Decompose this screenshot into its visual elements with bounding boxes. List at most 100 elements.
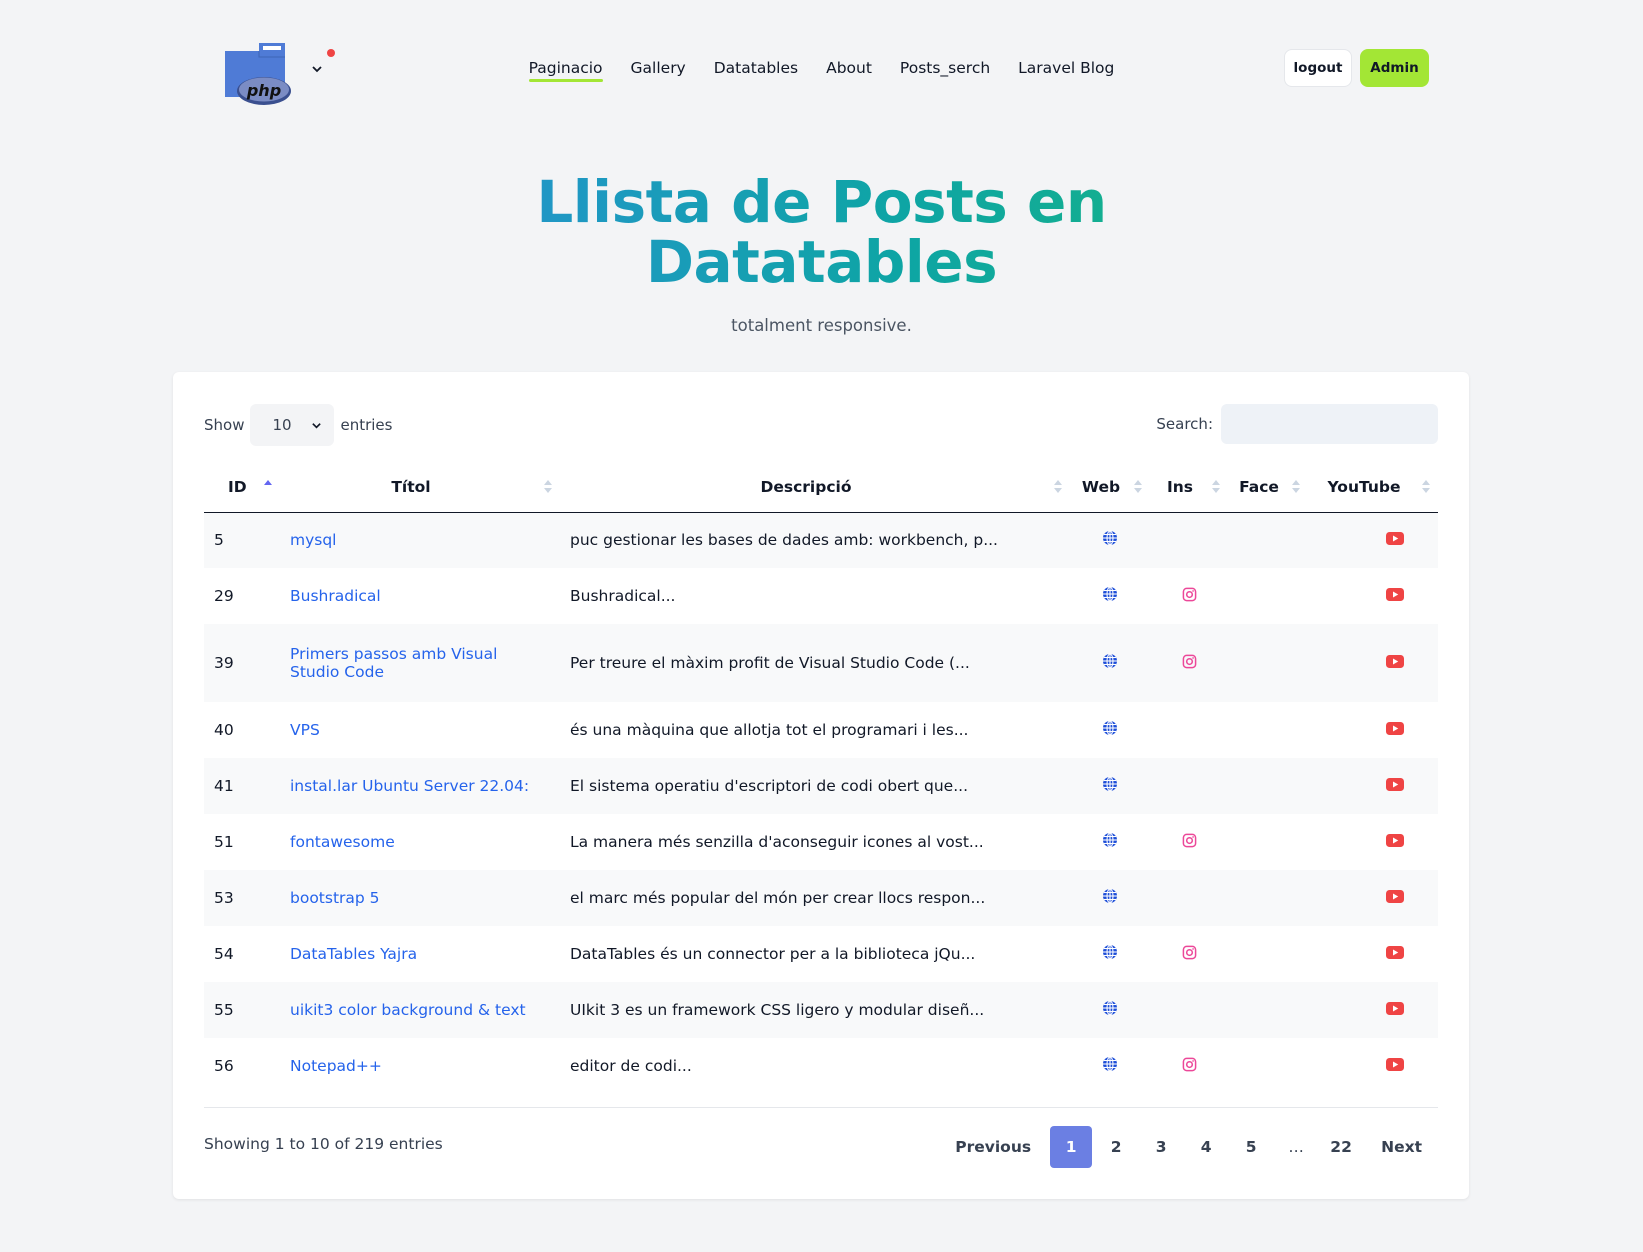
cell-face [1228,624,1308,702]
cell-youtube [1308,758,1438,814]
nav-gallery[interactable]: Gallery [631,56,686,80]
posts-table: ID Títol Descripció Web Ins Face YouTube… [204,462,1438,1094]
table-bottom-divider [204,1107,1438,1108]
globe-icon[interactable] [1102,888,1118,908]
youtube-icon[interactable] [1386,1057,1404,1075]
pagination-next[interactable]: Next [1365,1126,1438,1168]
col-header-label: Descripció [760,477,852,496]
post-title-link[interactable]: instal.lar Ubuntu Server 22.04: [290,777,529,795]
pagination-page-1[interactable]: 1 [1050,1126,1093,1168]
youtube-icon[interactable] [1386,531,1404,549]
youtube-icon[interactable] [1386,777,1404,795]
cell-description: puc gestionar les bases de dades amb: wo… [570,531,998,550]
col-header-id[interactable]: ID [204,462,280,513]
post-title-link[interactable]: Notepad++ [290,1057,382,1075]
pagination-page-22[interactable]: 22 [1320,1126,1362,1168]
sort-icon [1054,479,1062,494]
globe-icon[interactable] [1102,653,1118,673]
cell-web [1070,568,1150,624]
page-subtitle: totalment responsive. [731,316,912,335]
cell-description: és una màquina que allotja tot el progra… [570,721,969,739]
cell-web [1070,758,1150,814]
globe-icon[interactable] [1102,530,1118,550]
pagination-page-4[interactable]: 4 [1185,1126,1227,1168]
col-header-label: YouTube [1327,477,1401,496]
cell-id: 5 [214,531,224,550]
col-header-face[interactable]: Face [1228,462,1308,513]
sort-icon [544,479,552,494]
youtube-icon[interactable] [1386,833,1404,851]
cell-title: fontawesome [280,814,560,870]
instagram-icon[interactable] [1182,654,1197,673]
col-header-label: Ins [1166,477,1194,496]
youtube-icon[interactable] [1386,654,1404,672]
svg-text:php: php [246,81,281,100]
pagination-page-5[interactable]: 5 [1230,1126,1272,1168]
pagination: Previous 1 2 3 4 5 … 22 Next [936,1126,1438,1168]
col-header-web[interactable]: Web [1070,462,1150,513]
instagram-icon[interactable] [1182,945,1197,964]
logout-button[interactable]: logout [1284,49,1352,87]
cell-id: 40 [214,721,234,739]
cell-ins [1150,624,1228,702]
page-length-select[interactable]: 10 [250,404,335,446]
instagram-icon[interactable] [1182,587,1197,606]
globe-icon[interactable] [1102,944,1118,964]
instagram-icon[interactable] [1182,1057,1197,1076]
youtube-icon[interactable] [1386,587,1404,605]
post-title-link[interactable]: DataTables Yajra [290,945,417,963]
cell-title: Bushradical [280,568,560,624]
youtube-icon[interactable] [1386,1001,1404,1019]
nav-datatables[interactable]: Datatables [714,56,798,80]
globe-icon[interactable] [1102,832,1118,852]
admin-button[interactable]: Admin [1360,49,1429,87]
cell-face [1228,926,1308,982]
pagination-previous[interactable]: Previous [939,1126,1047,1168]
cell-web [1070,870,1150,926]
post-title-link[interactable]: bootstrap 5 [290,889,380,907]
youtube-icon[interactable] [1386,889,1404,907]
cell-youtube [1308,568,1438,624]
cell-ins [1150,926,1228,982]
globe-icon[interactable] [1102,1000,1118,1020]
youtube-icon[interactable] [1386,721,1404,739]
col-header-titol[interactable]: Títol [280,462,560,513]
post-title-link[interactable]: uikit3 color background & text [290,1001,526,1019]
col-header-label: Web [1081,477,1121,496]
cell-id: 51 [214,833,234,851]
post-title-link[interactable]: fontawesome [290,833,395,851]
globe-icon[interactable] [1102,586,1118,606]
nav-laravel-blog[interactable]: Laravel Blog [1018,56,1114,80]
post-title-link[interactable]: mysql [290,531,337,549]
table-row: 56 Notepad++ editor de codi... [204,1038,1438,1094]
col-header-label: Títol [391,477,431,496]
pagination-page-2[interactable]: 2 [1095,1126,1137,1168]
globe-icon[interactable] [1102,720,1118,740]
col-header-youtube[interactable]: YouTube [1308,462,1438,513]
search-input[interactable] [1221,404,1438,444]
globe-icon[interactable] [1102,776,1118,796]
col-header-ins[interactable]: Ins [1150,462,1228,513]
col-header-descripcio[interactable]: Descripció [560,462,1070,513]
nav-paginacio[interactable]: Paginacio [528,56,603,82]
cell-ins [1150,758,1228,814]
globe-icon[interactable] [1102,1056,1118,1076]
nav-posts-serch[interactable]: Posts_serch [900,56,990,80]
entries-label: entries [340,416,393,434]
instagram-icon[interactable] [1182,833,1197,852]
cell-description: Bushradical... [570,587,676,605]
cell-web [1070,1038,1150,1094]
post-title-link[interactable]: Bushradical [290,587,381,605]
youtube-icon[interactable] [1386,945,1404,963]
cell-face [1228,982,1308,1038]
cell-web [1070,624,1150,702]
cell-youtube [1308,982,1438,1038]
cell-face [1228,758,1308,814]
cell-title: mysql [280,512,560,568]
pagination-page-3[interactable]: 3 [1140,1126,1182,1168]
nav-about[interactable]: About [826,56,872,80]
col-header-label: Face [1239,477,1279,496]
cell-face [1228,568,1308,624]
post-title-link[interactable]: Primers passos amb Visual Studio Code [290,645,497,681]
post-title-link[interactable]: VPS [290,721,320,739]
